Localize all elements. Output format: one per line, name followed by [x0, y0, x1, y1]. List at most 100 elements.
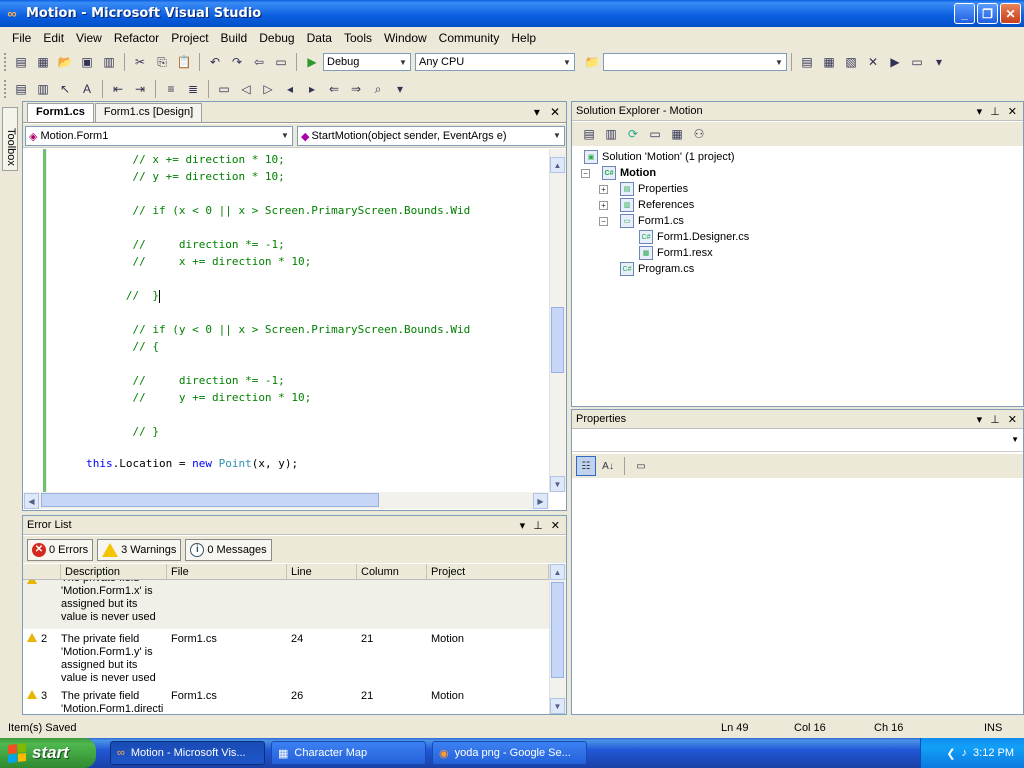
scroll-right-button[interactable]: ▶ — [533, 493, 548, 509]
navigate-forward-icon[interactable]: ▭ — [272, 53, 290, 71]
categorized-icon[interactable]: ☷ — [576, 456, 596, 476]
next-bookmark-folder-icon[interactable]: ▸ — [303, 80, 321, 98]
menu-data[interactable]: Data — [301, 31, 338, 45]
menu-edit[interactable]: Edit — [37, 31, 70, 45]
tree-item-form1-cs[interactable]: ▭ Form1.cs — [620, 213, 684, 229]
panel-title-bar[interactable]: Error List ▾ ⊥ ✕ — [23, 516, 566, 535]
selection-margin[interactable] — [23, 149, 47, 492]
editor-horizontal-scrollbar[interactable]: ◀ ▶ — [23, 492, 549, 509]
pin-icon[interactable]: ⊥ — [990, 413, 1000, 426]
scroll-up-button[interactable]: ▲ — [550, 564, 565, 580]
scroll-thumb[interactable] — [41, 493, 379, 507]
toolbar-grip[interactable] — [4, 80, 7, 98]
taskbar-item-character-map[interactable]: ▦ Character Map — [271, 741, 426, 765]
toolbar-options-icon[interactable]: ▾ — [391, 80, 409, 98]
add-item-icon[interactable]: ▦ — [34, 53, 52, 71]
redo-icon[interactable]: ↷ — [228, 53, 246, 71]
previous-bookmark-folder-icon[interactable]: ◂ — [281, 80, 299, 98]
taskbar-item-browser[interactable]: ◉ yoda png - Google Se... — [432, 741, 587, 765]
column-header-file[interactable]: File — [167, 564, 287, 579]
undo-icon[interactable]: ↶ — [206, 53, 224, 71]
scroll-down-button[interactable]: ▼ — [550, 476, 565, 492]
navigate-backward-icon[interactable]: ⇦ — [250, 53, 268, 71]
menu-build[interactable]: Build — [215, 31, 254, 45]
menu-project[interactable]: Project — [165, 31, 214, 45]
maximize-button[interactable]: ❐ — [977, 3, 998, 24]
decrease-indent-icon[interactable]: ⇤ — [109, 80, 127, 98]
display-object-member-list-icon[interactable]: ▤ — [12, 80, 30, 98]
panel-title-bar[interactable]: Solution Explorer - Motion ▾ ⊥ ✕ — [572, 102, 1023, 121]
close-button[interactable]: ✕ — [1000, 3, 1021, 24]
toolbar-grip[interactable] — [4, 53, 7, 71]
volume-icon[interactable]: ♪ — [962, 747, 968, 759]
close-icon[interactable]: ✕ — [1008, 413, 1017, 426]
paste-icon[interactable]: 📋 — [175, 53, 193, 71]
scroll-up-button[interactable]: ▲ — [550, 157, 565, 173]
view-designer-icon[interactable]: ▦ — [668, 125, 686, 143]
solution-configuration-combo[interactable]: Debug ▼ — [323, 53, 411, 71]
close-icon[interactable]: ✕ — [1008, 105, 1017, 118]
menu-file[interactable]: File — [6, 31, 37, 45]
tray-expand-icon[interactable]: ❮ — [946, 747, 955, 760]
clear-bookmarks-icon[interactable]: ⌕ — [369, 80, 387, 98]
menu-view[interactable]: View — [70, 31, 108, 45]
open-file-icon[interactable]: 📂 — [56, 53, 74, 71]
chevron-down-icon[interactable]: ▼ — [772, 54, 786, 70]
expand-icon[interactable]: + — [599, 185, 608, 194]
chevron-down-icon[interactable]: ▾ — [534, 105, 540, 119]
toolbox-icon[interactable]: ✕ — [864, 53, 882, 71]
start-page-icon[interactable]: ▶ — [886, 53, 904, 71]
types-combo[interactable]: ◈ Motion.Form1 ▼ — [25, 126, 293, 146]
table-row[interactable]: The private field 'Motion.Form1.x' is as… — [23, 580, 549, 629]
tree-item-properties[interactable]: ▤ Properties — [620, 181, 688, 197]
toolbar-options-icon[interactable]: ▾ — [930, 53, 948, 71]
uncomment-lines-icon[interactable]: ≣ — [184, 80, 202, 98]
column-header-description[interactable]: Description — [61, 564, 167, 579]
tree-item-project-motion[interactable]: C# Motion — [602, 165, 656, 181]
scroll-thumb[interactable] — [551, 582, 564, 678]
object-browser-icon[interactable]: ▧ — [842, 53, 860, 71]
view-code-icon[interactable]: ▭ — [646, 125, 664, 143]
complete-word-icon[interactable]: A — [78, 80, 96, 98]
property-pages-icon[interactable]: ▭ — [631, 456, 651, 476]
tab-form1-cs[interactable]: Form1.cs — [27, 103, 94, 122]
toggle-bookmark-icon[interactable]: ▭ — [215, 80, 233, 98]
chevron-down-icon[interactable]: ▼ — [1011, 435, 1019, 444]
scroll-thumb[interactable] — [551, 307, 564, 373]
clock[interactable]: 3:12 PM — [973, 747, 1014, 759]
table-row[interactable]: 2 The private field 'Motion.Form1.y' is … — [23, 630, 549, 687]
display-quick-info-icon[interactable]: ↖ — [56, 80, 74, 98]
warnings-filter-button[interactable]: 3 Warnings — [97, 538, 182, 561]
pin-icon[interactable]: ⊥ — [533, 519, 543, 532]
toolbox-tab[interactable]: Toolbox — [2, 107, 18, 171]
menu-window[interactable]: Window — [378, 31, 433, 45]
object-selector-combo[interactable]: ▼ — [572, 431, 1023, 452]
menu-refactor[interactable]: Refactor — [108, 31, 165, 45]
menu-community[interactable]: Community — [433, 31, 506, 45]
panel-title-bar[interactable]: Properties ▾ ⊥ ✕ — [572, 410, 1023, 429]
properties-icon[interactable]: ▤ — [580, 125, 598, 143]
increase-indent-icon[interactable]: ⇥ — [131, 80, 149, 98]
next-bookmark-icon[interactable]: ▷ — [259, 80, 277, 98]
chevron-down-icon[interactable]: ▾ — [520, 519, 526, 532]
column-header-column[interactable]: Column — [357, 564, 427, 579]
show-all-files-icon[interactable]: ▥ — [602, 125, 620, 143]
menu-help[interactable]: Help — [505, 31, 542, 45]
editor-vertical-scrollbar[interactable]: ▲ ▼ — [549, 149, 566, 492]
comment-lines-icon[interactable]: ≡ — [162, 80, 180, 98]
tree-item-program-cs[interactable]: C# Program.cs — [620, 261, 694, 277]
tab-form1-design[interactable]: Form1.cs [Design] — [94, 103, 203, 122]
find-combo[interactable]: ▼ — [603, 53, 787, 71]
chevron-down-icon[interactable]: ▼ — [396, 54, 410, 70]
display-parameter-info-icon[interactable]: ▥ — [34, 80, 52, 98]
chevron-down-icon[interactable]: ▾ — [977, 105, 983, 118]
previous-bookmark-document-icon[interactable]: ⇐ — [325, 80, 343, 98]
tree-item-form1-resx[interactable]: ▦ Form1.resx — [639, 245, 713, 261]
menu-debug[interactable]: Debug — [253, 31, 300, 45]
start-button[interactable]: start — [0, 738, 96, 768]
title-bar[interactable]: ∞ Motion - Microsoft Visual Studio _ ❐ ✕ — [0, 0, 1024, 27]
tree-item-solution[interactable]: ▣ Solution 'Motion' (1 project) — [584, 149, 735, 165]
taskbar-item-visual-studio[interactable]: ∞ Motion - Microsoft Vis... — [110, 741, 265, 765]
next-bookmark-document-icon[interactable]: ⇒ — [347, 80, 365, 98]
messages-filter-button[interactable]: i 0 Messages — [185, 538, 272, 561]
